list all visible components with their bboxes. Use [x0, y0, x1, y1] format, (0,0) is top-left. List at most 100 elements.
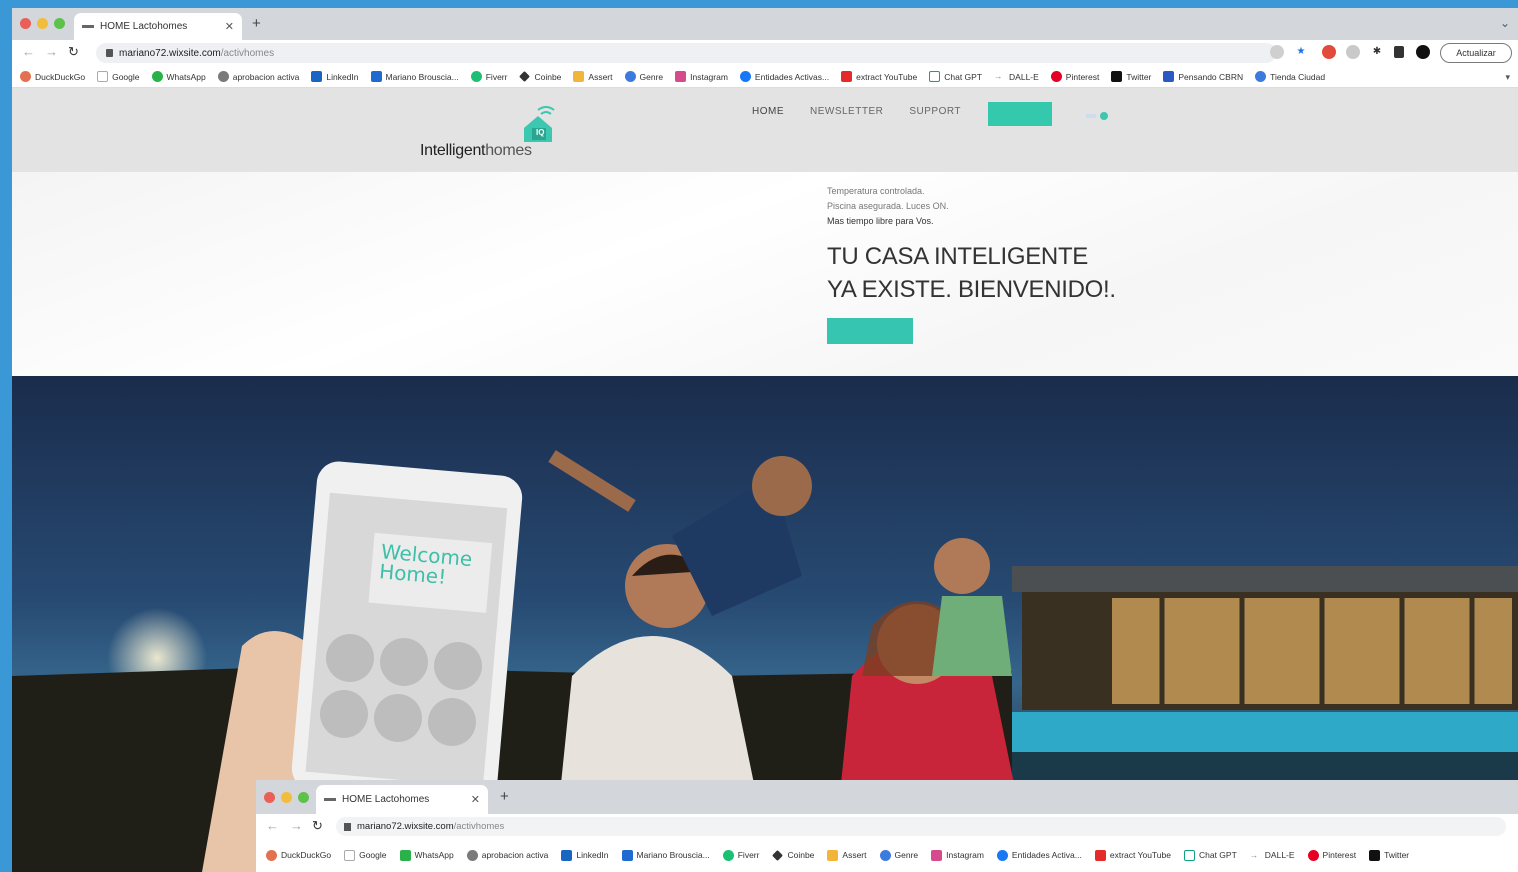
chatgpt-icon: [929, 71, 941, 82]
bookmark-item[interactable]: Chat GPT: [929, 71, 982, 82]
bookmark-item[interactable]: Google: [97, 71, 140, 82]
address-bar[interactable]: mariano72.wixsite.com/activhomes: [96, 43, 1276, 63]
chatgpt-icon: [1183, 849, 1195, 861]
bookmark-item[interactable]: Mariano Brouscia...: [370, 71, 459, 82]
nested-minimize-window-button[interactable]: [281, 792, 292, 803]
tab-search-icon[interactable]: ⌄: [1500, 16, 1510, 30]
bookmark-star-icon[interactable]: ★: [1294, 45, 1308, 59]
hero-section: Temperatura controlada. Piscina asegurad…: [12, 172, 1518, 376]
nested-url-path: /activhomes: [453, 821, 505, 832]
link-icon: [466, 849, 478, 861]
site-logo[interactable]: IQ Intelligenthomes: [420, 106, 570, 166]
nested-tab-bar: HOME Lactohomes ✕ +: [256, 780, 1518, 814]
nested-bookmark-item[interactable]: Fiverr: [722, 849, 759, 861]
nested-browser-tab[interactable]: HOME Lactohomes ✕: [316, 785, 488, 814]
site-header: IQ Intelligenthomes HOME NEWSLETTER SUPP…: [12, 88, 1518, 172]
nested-bookmark-item[interactable]: Mariano Brouscia...: [621, 849, 710, 861]
nested-address-bar[interactable]: mariano72.wixsite.com/activhomes: [336, 817, 1506, 836]
extension-gray-icon[interactable]: [1346, 45, 1360, 59]
site-nav: HOME NEWSLETTER SUPPORT: [752, 102, 1052, 126]
desktop-top-edge: [0, 0, 1518, 8]
bookmark-item[interactable]: Entidades Activas...: [739, 71, 829, 82]
bookmark-item[interactable]: WhatsApp: [151, 71, 206, 82]
bookmark-item[interactable]: Coinbe: [519, 71, 561, 82]
nested-bookmark-item[interactable]: WhatsApp: [399, 849, 454, 861]
bookmark-item[interactable]: Instagram: [675, 71, 728, 82]
bookmark-item[interactable]: Pinterest: [1050, 71, 1099, 82]
bookmark-item[interactable]: LinkedIn: [311, 71, 359, 82]
smart-home-logo-icon: [524, 106, 555, 142]
share-icon[interactable]: [1270, 45, 1284, 59]
twitter-icon: [1111, 71, 1123, 82]
tagline-line: Temperatura controlada.: [827, 186, 925, 196]
nested-favicon-icon: [324, 798, 336, 801]
bookmark-item[interactable]: Assert: [573, 71, 613, 82]
logo-badge: IQ: [536, 128, 545, 137]
facebook-icon: [739, 71, 751, 82]
nested-toolbar: ← → ↻ mariano72.wixsite.com/activhomes: [256, 814, 1518, 838]
nav-accent-button[interactable]: [988, 102, 1052, 126]
nested-reload-button[interactable]: ↻: [312, 818, 323, 834]
sidebar-icon[interactable]: [1394, 46, 1404, 58]
bookmark-item[interactable]: Tienda Ciudad: [1255, 71, 1325, 82]
update-button[interactable]: Actualizar: [1440, 43, 1512, 63]
nested-bookmark-item[interactable]: Genre: [879, 849, 918, 861]
minimize-window-button[interactable]: [37, 18, 48, 29]
nav-home[interactable]: HOME: [752, 106, 784, 117]
nested-bookmark-item[interactable]: Chat GPT: [1183, 849, 1237, 861]
nested-close-tab-icon[interactable]: ✕: [471, 793, 480, 806]
nested-bookmark-item[interactable]: Twitter: [1369, 849, 1409, 861]
bookmarks-overflow-icon[interactable]: ▾: [1505, 72, 1510, 83]
nested-bookmarks-bar: DuckDuckGo Google WhatsApp aprobacion ac…: [256, 838, 1518, 872]
bookmarks-bar: DuckDuckGo Google WhatsApp aprobacion ac…: [12, 66, 1518, 88]
arrow-icon: →: [994, 71, 1003, 81]
close-window-button[interactable]: [20, 18, 31, 29]
extensions-puzzle-icon[interactable]: ✱: [1370, 45, 1384, 59]
nested-bookmark-item[interactable]: → DALL-E: [1250, 850, 1295, 861]
bookmark-item[interactable]: → DALL-E: [994, 71, 1039, 82]
nested-back-button[interactable]: ←: [266, 818, 279, 833]
extension-red-icon[interactable]: [1322, 45, 1336, 59]
nested-bookmark-item[interactable]: extract YouTube: [1094, 849, 1171, 861]
nested-bookmark-item[interactable]: Assert: [827, 849, 867, 861]
nested-new-tab-button[interactable]: +: [500, 788, 509, 805]
nested-bookmark-item[interactable]: LinkedIn: [561, 849, 609, 861]
nested-bookmark-item[interactable]: Google: [344, 849, 387, 861]
pinterest-icon: [1050, 71, 1062, 82]
nav-support[interactable]: SUPPORT: [909, 106, 961, 117]
hero-cta-button[interactable]: [827, 318, 913, 344]
maximize-window-button[interactable]: [54, 18, 65, 29]
forward-button[interactable]: →: [45, 44, 58, 59]
reload-button[interactable]: ↻: [68, 44, 79, 60]
back-button[interactable]: ←: [22, 44, 35, 59]
bookmark-item[interactable]: Twitter: [1111, 71, 1151, 82]
bookmark-item[interactable]: Fiverr: [470, 71, 507, 82]
nav-newsletter[interactable]: NEWSLETTER: [810, 106, 883, 117]
headline-line-1: TU CASA INTELIGENTE: [827, 243, 1089, 270]
profile-avatar[interactable]: [1416, 45, 1430, 59]
window-controls: [20, 18, 65, 29]
language-toggle-icon[interactable]: [1086, 112, 1108, 120]
nested-bookmark-item[interactable]: Entidades Activa...: [996, 849, 1082, 861]
diamond-icon: [772, 849, 784, 861]
bookmark-item[interactable]: extract YouTube: [841, 71, 917, 82]
nested-bookmark-item[interactable]: Coinbe: [772, 849, 814, 861]
nested-maximize-window-button[interactable]: [298, 792, 309, 803]
nested-bookmark-item[interactable]: DuckDuckGo: [266, 849, 331, 861]
bookmark-item[interactable]: DuckDuckGo: [20, 71, 85, 82]
linkedin-icon: [561, 849, 573, 861]
whatsapp-icon: [151, 71, 163, 82]
bookmark-item[interactable]: Pensando CBRN: [1163, 71, 1243, 82]
nested-close-window-button[interactable]: [264, 792, 275, 803]
nested-bookmark-item[interactable]: Pinterest: [1307, 849, 1356, 861]
nested-bookmark-item[interactable]: aprobacion activa: [466, 849, 548, 861]
logo-text: Intelligenthomes: [420, 142, 532, 160]
globe-icon: [624, 71, 636, 82]
new-tab-button[interactable]: +: [252, 15, 261, 32]
close-tab-icon[interactable]: ✕: [225, 20, 234, 33]
nested-bookmark-item[interactable]: Instagram: [931, 849, 984, 861]
nested-forward-button[interactable]: →: [290, 818, 303, 833]
bookmark-item[interactable]: Genre: [624, 71, 663, 82]
browser-tab[interactable]: HOME Lactohomes ✕: [74, 13, 242, 40]
bookmark-item[interactable]: aprobacion activa: [217, 71, 299, 82]
